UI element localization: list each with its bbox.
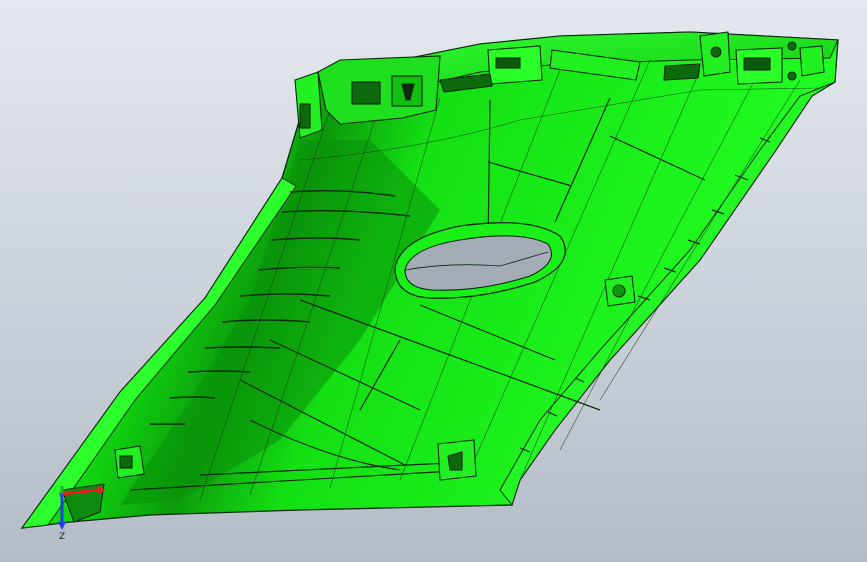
triad-z-arrow <box>58 522 66 530</box>
part-model[interactable] <box>0 0 867 562</box>
triad-x-axis <box>61 488 99 496</box>
orientation-triad: Z <box>58 486 106 542</box>
triad-x-arrow <box>98 486 106 494</box>
triad-z-label: Z <box>59 532 65 542</box>
graphics-viewport[interactable]: Z <box>0 0 867 562</box>
